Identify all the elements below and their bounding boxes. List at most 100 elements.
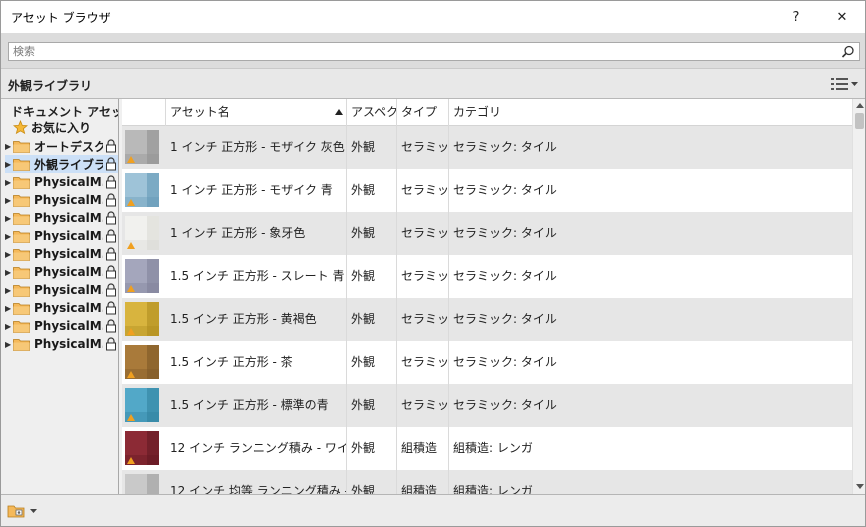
tree-item-label: PhysicalM... [34,175,103,189]
table-row[interactable]: 1.5 インチ 正方形 - 標準の青外観セラミックセラミック: タイル [122,384,852,427]
folder-icon [13,176,30,189]
tree-item[interactable]: ▶ PhysicalM... [5,281,118,299]
tree-item[interactable]: ▶ PhysicalM... [5,227,118,245]
asset-name: 1.5 インチ 正方形 - 茶 [166,341,347,384]
scroll-down-icon[interactable] [856,484,864,489]
sort-ascending-icon [335,109,343,115]
asset-aspect: 外観 [347,126,397,169]
asset-category: セラミック: タイル [453,183,557,197]
asset-type: セラミック [397,212,449,255]
expand-arrow-icon[interactable]: ▶ [5,196,13,205]
column-header-thumbnail[interactable] [122,99,166,126]
asset-category: セラミック: タイル [453,226,557,240]
folder-icon [13,284,30,297]
asset-name: 1 インチ 正方形 - モザイク 青 [166,169,347,212]
material-swatch-icon [125,173,159,207]
folder-icon [13,320,30,333]
help-button[interactable]: ? [773,1,819,33]
lock-icon [106,157,116,171]
asset-type: セラミック [397,384,449,427]
expand-arrow-icon[interactable]: ▶ [5,322,13,331]
asset-category: セラミック: タイル [453,140,557,154]
tree-item-label: オートデスク... [34,139,103,154]
asset-type: セラミック [397,126,449,169]
folder-icon [13,194,30,207]
expand-arrow-icon[interactable]: ▶ [5,142,13,151]
asset-list: アセット名 アスペク タイプ カテゴリ 1 インチ 正方形 - モザイク 灰色外… [122,99,865,494]
table-row[interactable]: 1.5 インチ 正方形 - スレート 青外観セラミックセラミック: タイル [122,255,852,298]
tree-item[interactable]: ▶ PhysicalM... [5,173,118,191]
scroll-up-icon[interactable] [856,103,864,108]
table-row[interactable]: 1.5 インチ 正方形 - 茶外観セラミックセラミック: タイル [122,341,852,384]
table-row[interactable]: 12 インチ 均等 ランニング積み - 灰色外観組積造組積造: レンガ [122,470,852,494]
column-header-name[interactable]: アセット名 [166,99,347,126]
tree-item[interactable]: ▶ オートデスク... [5,137,118,155]
expand-arrow-icon[interactable]: ▶ [5,286,13,295]
tree-item[interactable]: ▶ PhysicalM... [5,317,118,335]
lock-icon [106,247,116,261]
expand-arrow-icon[interactable]: ▶ [5,250,13,259]
tree-item[interactable]: ▶ PhysicalM... [5,245,118,263]
table-row[interactable]: 1.5 インチ 正方形 - 黄褐色外観セラミックセラミック: タイル [122,298,852,341]
expand-arrow-icon[interactable]: ▶ [5,340,13,349]
scroll-thumb[interactable] [855,113,864,129]
lock-icon [106,229,116,243]
material-swatch-icon [125,216,159,250]
column-header-name-label: アセット名 [170,105,230,119]
column-header-category[interactable]: カテゴリ [449,99,852,126]
asset-aspect: 外観 [347,298,397,341]
lock-icon [106,265,116,279]
expand-arrow-icon[interactable]: ▶ [5,232,13,241]
material-swatch-icon [125,130,159,164]
asset-type: セラミック [397,255,449,298]
tree-item-label: PhysicalM... [34,247,103,261]
tree-item[interactable]: ▶ PhysicalM... [5,191,118,209]
expand-arrow-icon[interactable]: ▶ [5,214,13,223]
tree-item[interactable]: ▶ PhysicalM... [5,263,118,281]
asset-type: 組積造 [397,427,449,470]
asset-name: 1 インチ 正方形 - 象牙色 [166,212,347,255]
asset-name: 1.5 インチ 正方形 - スレート 青 [166,255,347,298]
asset-name: 1.5 インチ 正方形 - 黄褐色 [166,298,347,341]
library-options-button[interactable] [7,502,37,520]
close-button[interactable]: ✕ [819,1,865,33]
table-row[interactable]: 1 インチ 正方形 - モザイク 青外観セラミックセラミック: タイル [122,169,852,212]
tree-item[interactable]: ▶ PhysicalM... [5,335,118,353]
expand-arrow-icon[interactable]: ▶ [5,304,13,313]
document-assets-node[interactable]: ドキュメント アセット [11,103,118,120]
tree-item-label: PhysicalM... [34,211,103,225]
asset-aspect: 外観 [347,255,397,298]
column-header-aspect[interactable]: アスペク [347,99,397,126]
asset-type: セラミック [397,341,449,384]
asset-browser-window: アセット ブラウザ ? ✕ 外観ライブラリ ドキュメント アセット お気に入り [0,0,866,527]
lock-icon [106,175,116,189]
tree-item-label: PhysicalM... [34,319,103,333]
footer-bar [1,494,865,526]
asset-category: セラミック: タイル [453,398,557,412]
asset-aspect: 外観 [347,384,397,427]
view-options-button[interactable] [831,75,861,93]
tree-item-label: PhysicalM... [34,193,103,207]
column-header-type[interactable]: タイプ [397,99,449,126]
vertical-scrollbar[interactable] [852,99,865,494]
lock-icon [106,211,116,225]
tree-item[interactable]: ▶ 外観ライブラリ [5,155,118,173]
table-row[interactable]: 1 インチ 正方形 - モザイク 灰色外観セラミックセラミック: タイル [122,126,852,169]
material-swatch-icon [125,388,159,422]
expand-arrow-icon[interactable]: ▶ [5,160,13,169]
folder-icon [13,212,30,225]
list-view-icon [831,78,848,90]
favorites-node[interactable]: お気に入り [13,119,91,136]
tree-item[interactable]: ▶ PhysicalM... [5,209,118,227]
lock-icon [106,193,116,207]
table-row[interactable]: 12 インチ ランニング積み - ワイン色外観組積造組積造: レンガ [122,427,852,470]
asset-name: 12 インチ 均等 ランニング積み - 灰色 [166,470,347,494]
tree-item-label: PhysicalM... [34,301,103,315]
search-icon[interactable] [841,45,855,59]
tree-item-label: PhysicalM... [34,265,103,279]
tree-item[interactable]: ▶ PhysicalM... [5,299,118,317]
table-row[interactable]: 1 インチ 正方形 - 象牙色外観セラミックセラミック: タイル [122,212,852,255]
expand-arrow-icon[interactable]: ▶ [5,268,13,277]
expand-arrow-icon[interactable]: ▶ [5,178,13,187]
search-input[interactable] [8,42,860,61]
